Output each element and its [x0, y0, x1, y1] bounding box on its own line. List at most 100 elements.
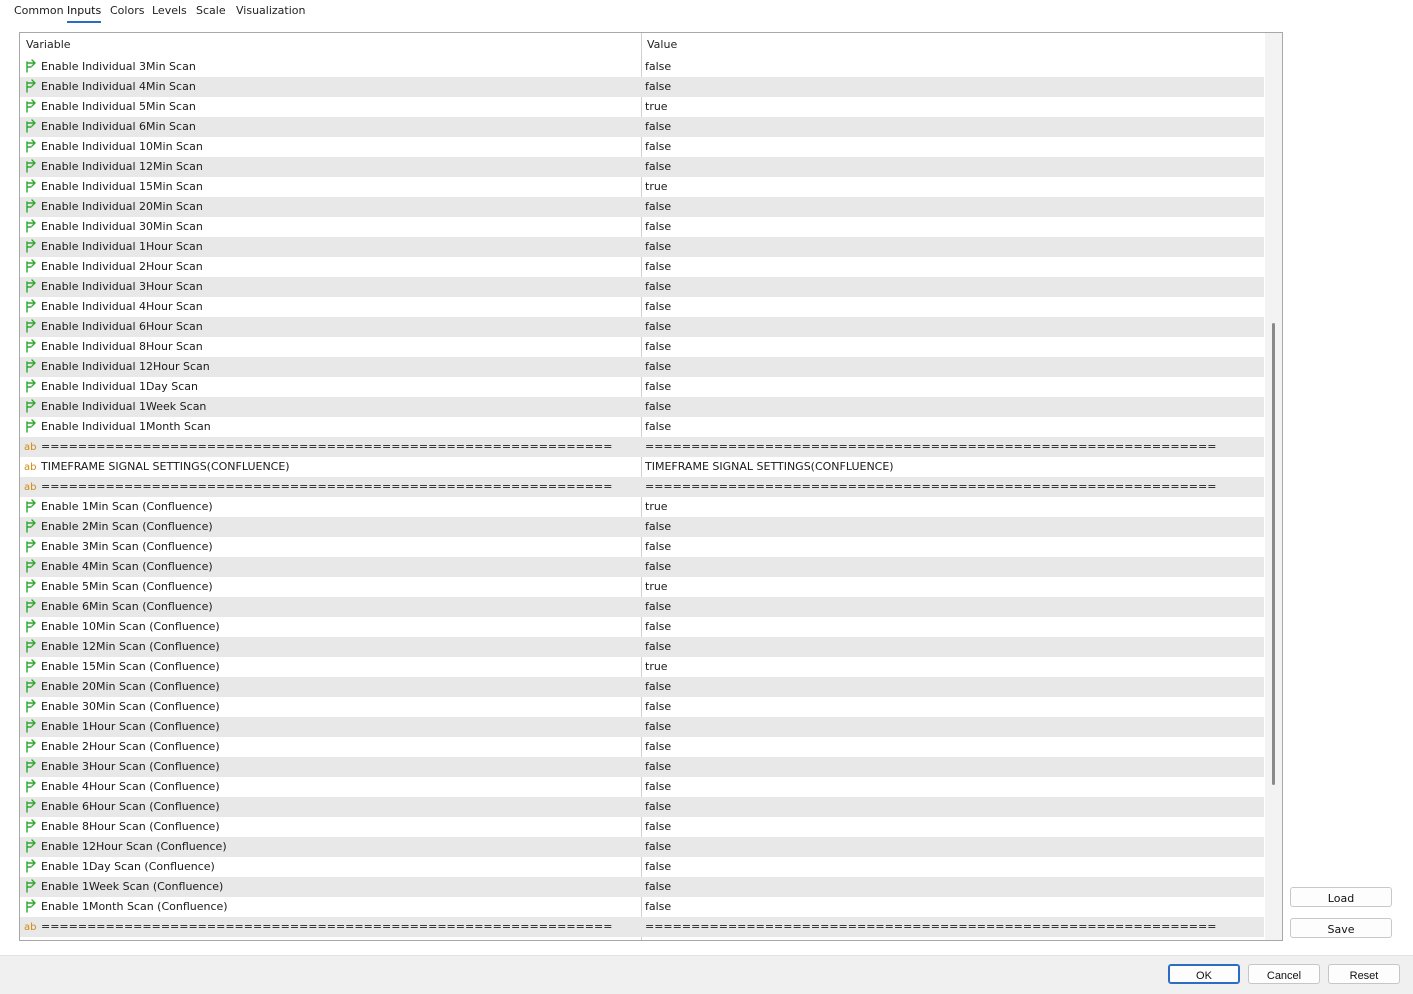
- table-row[interactable]: Enable Individual 1Day Scan false: [20, 377, 1264, 397]
- value-cell[interactable]: false: [645, 737, 1255, 757]
- value-cell[interactable]: false: [645, 757, 1255, 777]
- value-cell[interactable]: false: [645, 77, 1255, 97]
- value-cell[interactable]: false: [645, 877, 1255, 897]
- value-cell[interactable]: true: [645, 497, 1255, 517]
- table-row[interactable]: Enable Individual 4Hour Scan false: [20, 297, 1264, 317]
- table-row[interactable]: Enable 2Min Scan (Confluence) false: [20, 517, 1264, 537]
- tab-colors[interactable]: Colors: [110, 4, 144, 20]
- value-cell[interactable]: false: [645, 397, 1255, 417]
- table-row[interactable]: Enable 5Min Scan (Confluence) true: [20, 577, 1264, 597]
- value-cell[interactable]: false: [645, 897, 1255, 917]
- value-cell[interactable]: false: [645, 837, 1255, 857]
- load-button[interactable]: Load: [1290, 887, 1392, 907]
- tab-common[interactable]: Common: [14, 4, 64, 20]
- value-cell[interactable]: false: [645, 357, 1255, 377]
- tab-inputs[interactable]: Inputs: [67, 4, 102, 23]
- table-row[interactable]: Enable Individual 1Week Scan false: [20, 397, 1264, 417]
- value-cell[interactable]: true: [645, 97, 1255, 117]
- table-row[interactable]: Enable Individual 10Min Scan false: [20, 137, 1264, 157]
- table-row[interactable]: Enable 3Hour Scan (Confluence) false: [20, 757, 1264, 777]
- value-cell[interactable]: false: [645, 717, 1255, 737]
- value-cell[interactable]: false: [645, 377, 1255, 397]
- table-row[interactable]: ab ======================================…: [20, 917, 1264, 937]
- value-cell[interactable]: false: [645, 817, 1255, 837]
- table-row[interactable]: Enable Individual 30Min Scan false: [20, 217, 1264, 237]
- table-row[interactable]: Enable 6Min Scan (Confluence) false: [20, 597, 1264, 617]
- value-cell[interactable]: ========================================…: [645, 437, 1255, 457]
- tab-scale[interactable]: Scale: [196, 4, 226, 20]
- table-row[interactable]: Enable 1Hour Scan (Confluence) false: [20, 717, 1264, 737]
- value-cell[interactable]: false: [645, 597, 1255, 617]
- table-row[interactable]: Enable Individual 6Hour Scan false: [20, 317, 1264, 337]
- cancel-button[interactable]: Cancel: [1248, 964, 1320, 984]
- table-row[interactable]: Enable 1Min Scan (Confluence) true: [20, 497, 1264, 517]
- table-row[interactable]: Enable Individual 1Month Scan false: [20, 417, 1264, 437]
- table-row[interactable]: Enable Individual 6Min Scan false: [20, 117, 1264, 137]
- value-cell[interactable]: false: [645, 317, 1255, 337]
- value-cell[interactable]: false: [645, 297, 1255, 317]
- value-cell[interactable]: true: [645, 577, 1255, 597]
- table-row[interactable]: Enable Individual 1Hour Scan false: [20, 237, 1264, 257]
- value-cell[interactable]: false: [645, 777, 1255, 797]
- table-row[interactable]: Enable Individual 3Hour Scan false: [20, 277, 1264, 297]
- table-row[interactable]: Enable Individual 12Min Scan false: [20, 157, 1264, 177]
- value-cell[interactable]: false: [645, 557, 1255, 577]
- value-cell[interactable]: false: [645, 797, 1255, 817]
- value-cell[interactable]: false: [645, 257, 1255, 277]
- value-cell[interactable]: false: [645, 137, 1255, 157]
- value-cell[interactable]: false: [645, 637, 1255, 657]
- value-cell[interactable]: false: [645, 517, 1255, 537]
- table-row[interactable]: Enable 12Min Scan (Confluence) false: [20, 637, 1264, 657]
- value-cell[interactable]: false: [645, 117, 1255, 137]
- value-cell[interactable]: true: [645, 657, 1255, 677]
- value-cell[interactable]: true: [645, 177, 1255, 197]
- table-row[interactable]: Enable Individual 12Hour Scan false: [20, 357, 1264, 377]
- ok-button[interactable]: OK: [1168, 964, 1240, 984]
- reset-button[interactable]: Reset: [1328, 964, 1400, 984]
- table-row[interactable]: Enable 1Day Scan (Confluence) false: [20, 857, 1264, 877]
- value-cell[interactable]: false: [645, 617, 1255, 637]
- value-cell[interactable]: ========================================…: [645, 477, 1255, 497]
- value-cell[interactable]: false: [645, 157, 1255, 177]
- table-row[interactable]: Enable Individual 3Min Scan false: [20, 57, 1264, 77]
- table-row[interactable]: Enable Individual 15Min Scan true: [20, 177, 1264, 197]
- table-row[interactable]: ab ======================================…: [20, 477, 1264, 497]
- value-cell[interactable]: ========================================…: [645, 917, 1255, 937]
- value-cell[interactable]: false: [645, 677, 1255, 697]
- table-row[interactable]: Enable Individual 5Min Scan true: [20, 97, 1264, 117]
- table-row[interactable]: Enable 15Min Scan (Confluence) true: [20, 657, 1264, 677]
- value-cell[interactable]: false: [645, 417, 1255, 437]
- table-row[interactable]: Enable 1Month Scan (Confluence) false: [20, 897, 1264, 917]
- scrollbar-thumb[interactable]: [1272, 323, 1275, 785]
- value-cell[interactable]: false: [645, 57, 1255, 77]
- tab-visualization[interactable]: Visualization: [236, 4, 305, 20]
- value-cell[interactable]: false: [645, 217, 1255, 237]
- table-row[interactable]: Enable 1Week Scan (Confluence) false: [20, 877, 1264, 897]
- value-cell[interactable]: false: [645, 697, 1255, 717]
- table-row[interactable]: Enable Individual 8Hour Scan false: [20, 337, 1264, 357]
- value-cell[interactable]: false: [645, 857, 1255, 877]
- table-row[interactable]: Enable 3Min Scan (Confluence) false: [20, 537, 1264, 557]
- vertical-scrollbar[interactable]: [1265, 33, 1282, 940]
- value-cell[interactable]: false: [645, 237, 1255, 257]
- table-row[interactable]: Enable 4Hour Scan (Confluence) false: [20, 777, 1264, 797]
- table-row[interactable]: Enable 8Hour Scan (Confluence) false: [20, 817, 1264, 837]
- table-row[interactable]: Enable 12Hour Scan (Confluence) false: [20, 837, 1264, 857]
- value-cell[interactable]: TIMEFRAME SIGNAL SETTINGS(CONFLUENCE): [645, 457, 1255, 477]
- table-row[interactable]: Enable 6Hour Scan (Confluence) false: [20, 797, 1264, 817]
- save-button[interactable]: Save: [1290, 918, 1392, 938]
- table-row[interactable]: ab ======================================…: [20, 437, 1264, 457]
- value-cell[interactable]: false: [645, 537, 1255, 557]
- table-row[interactable]: Enable Individual 2Hour Scan false: [20, 257, 1264, 277]
- table-row[interactable]: Enable Individual 4Min Scan false: [20, 77, 1264, 97]
- table-row[interactable]: Enable 30Min Scan (Confluence) false: [20, 697, 1264, 717]
- value-cell[interactable]: false: [645, 337, 1255, 357]
- table-row[interactable]: Enable 20Min Scan (Confluence) false: [20, 677, 1264, 697]
- table-row[interactable]: ab TIMEFRAME SIGNAL SETTINGS(CONFLUENCE) T…: [20, 457, 1264, 477]
- column-header-value[interactable]: Value: [641, 33, 1261, 56]
- table-row[interactable]: Enable 2Hour Scan (Confluence) false: [20, 737, 1264, 757]
- table-row[interactable]: Enable 4Min Scan (Confluence) false: [20, 557, 1264, 577]
- column-header-variable[interactable]: Variable: [20, 33, 640, 56]
- value-cell[interactable]: false: [645, 277, 1255, 297]
- table-row[interactable]: Enable Individual 20Min Scan false: [20, 197, 1264, 217]
